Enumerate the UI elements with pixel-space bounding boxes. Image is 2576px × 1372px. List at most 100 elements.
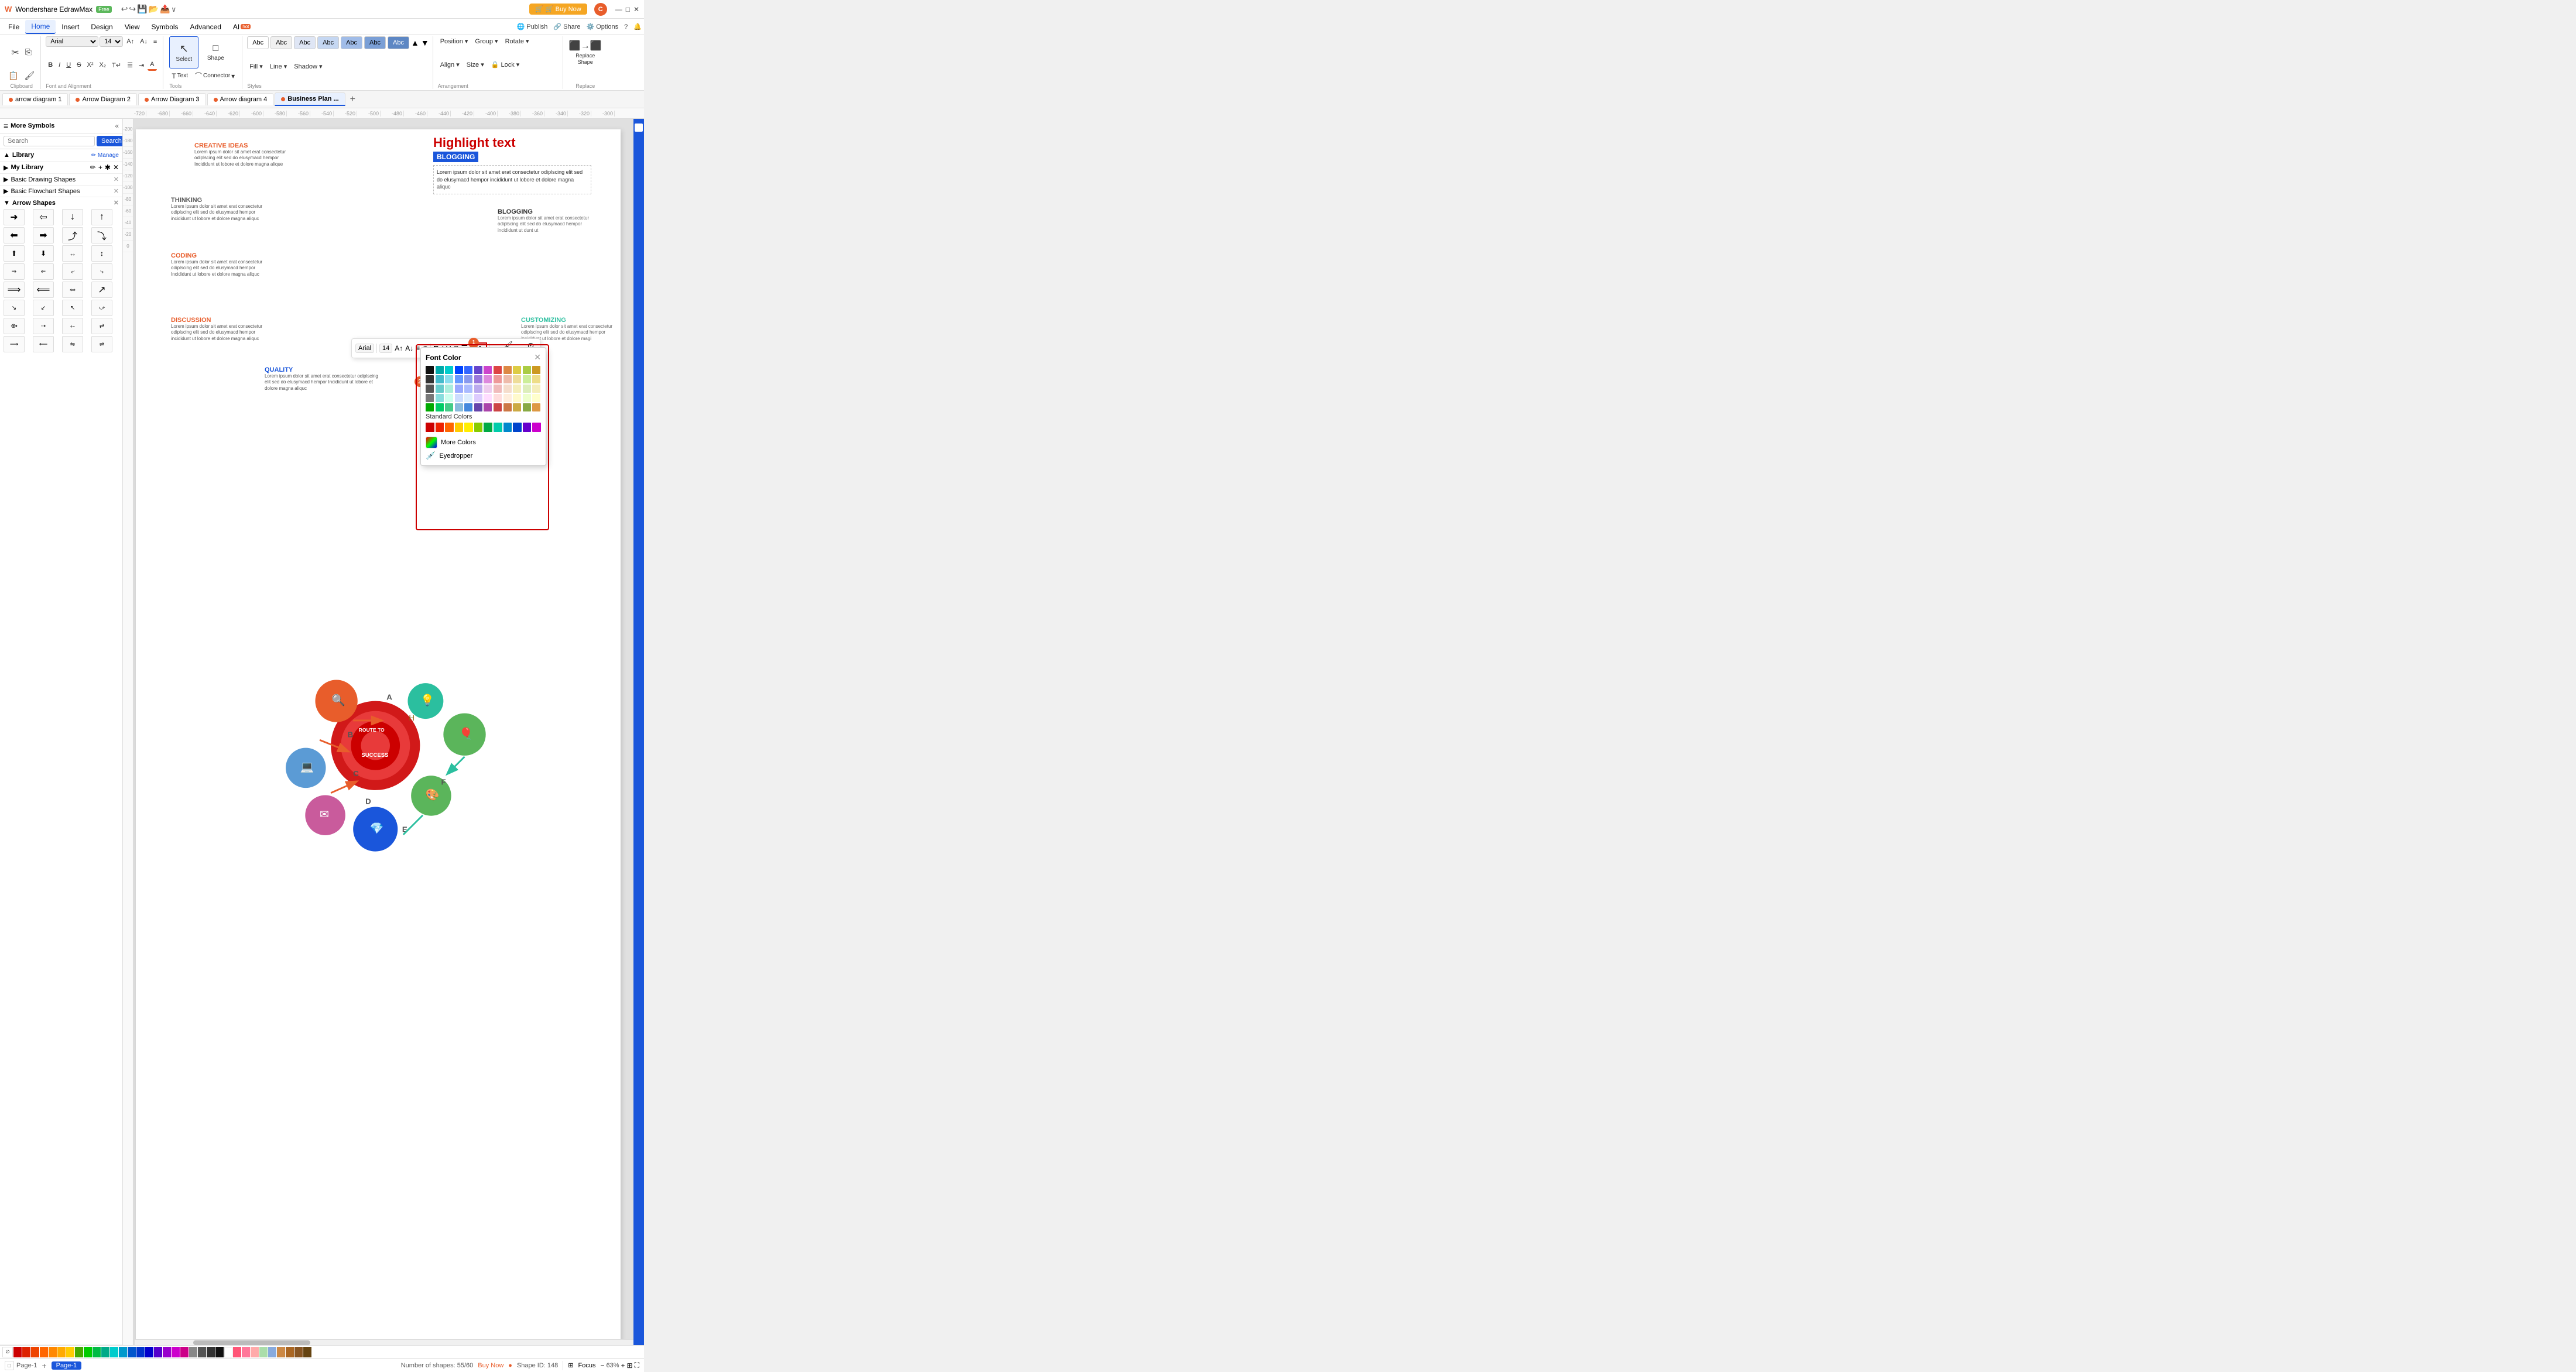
- color-yellow1[interactable]: [513, 366, 521, 374]
- arrow-shape-17[interactable]: ⟹: [4, 282, 25, 298]
- p-11[interactable]: [101, 1347, 109, 1357]
- bold-btn[interactable]: B: [46, 60, 55, 70]
- popup-close-btn[interactable]: ✕: [534, 352, 541, 362]
- ft-shrink-btn[interactable]: A↓: [405, 344, 413, 352]
- cg-2-11[interactable]: [523, 375, 531, 383]
- color-teal2[interactable]: [445, 366, 453, 374]
- arrow-shapes-header[interactable]: ▼ Arrow Shapes ✕: [4, 199, 119, 207]
- add-tab-btn[interactable]: +: [347, 93, 359, 106]
- arrow-shapes-close-icon[interactable]: ✕: [114, 199, 119, 207]
- p-29[interactable]: [259, 1347, 268, 1357]
- sc-11[interactable]: [523, 423, 532, 432]
- position-btn[interactable]: Position ▾: [438, 36, 471, 46]
- my-library-add-icon[interactable]: ✏: [90, 163, 96, 172]
- p-9[interactable]: [84, 1347, 92, 1357]
- sc-12[interactable]: [532, 423, 541, 432]
- ft-grow-btn[interactable]: A↑: [395, 344, 403, 352]
- arrow-shape-26[interactable]: ⇢: [33, 318, 54, 334]
- strikethrough-btn[interactable]: S: [74, 60, 83, 70]
- sc-5[interactable]: [464, 423, 473, 432]
- search-button[interactable]: Search: [97, 136, 123, 146]
- cg-2-4[interactable]: [455, 375, 463, 383]
- export-button[interactable]: 📤: [160, 4, 170, 14]
- p-30[interactable]: [268, 1347, 276, 1357]
- cg-4-9[interactable]: [503, 394, 512, 402]
- redo-button[interactable]: ↪: [129, 4, 136, 14]
- cg-5-6[interactable]: [474, 403, 482, 411]
- maximize-btn[interactable]: □: [626, 5, 630, 13]
- right-panel-icon[interactable]: [635, 124, 643, 132]
- p-12[interactable]: [110, 1347, 118, 1357]
- cg-5-3[interactable]: [445, 403, 453, 411]
- close-btn[interactable]: ✕: [633, 5, 639, 13]
- cg-4-10[interactable]: [513, 394, 521, 402]
- font-size-select[interactable]: 14: [100, 36, 123, 47]
- p-3[interactable]: [31, 1347, 39, 1357]
- arrow-shape-16[interactable]: ⤷: [91, 263, 112, 280]
- arrow-shape-14[interactable]: ⇐: [33, 263, 54, 280]
- format-painter-ribbon-btn[interactable]: 🖌: [22, 70, 37, 82]
- arrow-shape-25[interactable]: ⟴: [4, 318, 25, 334]
- arrow-shape-2[interactable]: ⇦: [33, 209, 54, 225]
- connector-tool-btn[interactable]: ⌒ Connector ▾: [193, 70, 237, 82]
- text-wrap-btn[interactable]: T↵: [109, 60, 124, 70]
- diagram-tab-5[interactable]: Business Plan ...: [275, 92, 345, 106]
- font-grow-btn[interactable]: A↑: [124, 37, 136, 46]
- basic-drawing-header[interactable]: ▶ Basic Drawing Shapes ✕: [4, 176, 119, 183]
- manage-btn[interactable]: ✏ Manage: [91, 152, 119, 159]
- cg-5-5[interactable]: [464, 403, 472, 411]
- p-31[interactable]: [277, 1347, 285, 1357]
- search-input[interactable]: [4, 136, 95, 146]
- buy-now-title-btn[interactable]: 🛒 🛒 Buy Now: [529, 4, 587, 15]
- cg-4-2[interactable]: [436, 394, 444, 402]
- cg-5-1[interactable]: [426, 403, 434, 411]
- sidebar-collapse-btn[interactable]: «: [115, 122, 119, 130]
- p-33[interactable]: [294, 1347, 303, 1357]
- color-teal1[interactable]: [436, 366, 444, 374]
- sc-4[interactable]: [455, 423, 464, 432]
- cg-4-7[interactable]: [484, 394, 492, 402]
- cg-2-6[interactable]: [474, 375, 482, 383]
- font-family-select[interactable]: Arial: [46, 36, 98, 47]
- color-purple1[interactable]: [474, 366, 482, 374]
- cg-3-8[interactable]: [494, 385, 502, 393]
- palette-transparent[interactable]: ∅: [2, 1347, 13, 1357]
- sc-7[interactable]: [484, 423, 492, 432]
- bullets-btn[interactable]: ☰: [125, 60, 135, 70]
- p-2[interactable]: [22, 1347, 30, 1357]
- arrow-shape-24[interactable]: ⤻: [91, 300, 112, 316]
- cg-2-8[interactable]: [494, 375, 502, 383]
- cg-4-6[interactable]: [474, 394, 482, 402]
- arrow-shape-28[interactable]: ⇄: [91, 318, 112, 334]
- color-red1[interactable]: [494, 366, 502, 374]
- cg-3-9[interactable]: [503, 385, 512, 393]
- style-box-7[interactable]: Abc: [388, 36, 409, 49]
- menu-view[interactable]: View: [119, 20, 146, 33]
- cg-5-7[interactable]: [484, 403, 492, 411]
- p-5[interactable]: [49, 1347, 57, 1357]
- cg-2-2[interactable]: [436, 375, 444, 383]
- color-pink1[interactable]: [484, 366, 492, 374]
- style-box-2[interactable]: Abc: [270, 36, 292, 49]
- p-27[interactable]: [242, 1347, 250, 1357]
- p-6[interactable]: [57, 1347, 66, 1357]
- my-library-more-icon[interactable]: ✱: [105, 163, 111, 172]
- cg-4-12[interactable]: [532, 394, 540, 402]
- cg-5-11[interactable]: [523, 403, 531, 411]
- p-15[interactable]: [136, 1347, 145, 1357]
- copy-btn[interactable]: ⎘: [23, 46, 34, 59]
- arrow-shape-23[interactable]: ↖: [62, 300, 83, 316]
- basic-flowchart-close-icon[interactable]: ✕: [114, 187, 119, 195]
- p-22[interactable]: [198, 1347, 206, 1357]
- cg-3-4[interactable]: [455, 385, 463, 393]
- save-button[interactable]: 💾: [137, 4, 147, 14]
- open-button[interactable]: 📂: [149, 4, 159, 14]
- arrow-shape-8[interactable]: ⤵: [91, 227, 112, 243]
- cg-4-4[interactable]: [455, 394, 463, 402]
- canvas-area[interactable]: -200 -180 -160 -140 -120 -100 -80 -60 -4…: [123, 119, 633, 1345]
- cg-3-12[interactable]: [532, 385, 540, 393]
- arrow-shape-30[interactable]: ⟵: [33, 336, 54, 352]
- diagram-canvas[interactable]: ROUTE TO SUCCESS 🔍 💡 💻 ✉: [136, 129, 621, 1345]
- p-21[interactable]: [189, 1347, 197, 1357]
- sc-1[interactable]: [426, 423, 434, 432]
